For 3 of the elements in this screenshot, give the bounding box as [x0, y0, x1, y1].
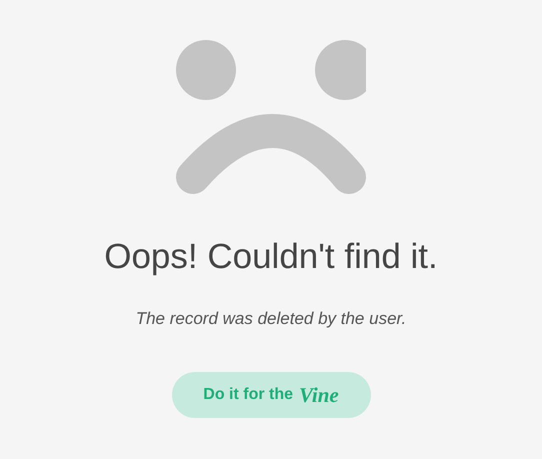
error-message: The record was deleted by the user. — [136, 308, 406, 330]
vine-button[interactable]: Do it for the Vine — [172, 372, 370, 418]
error-heading: Oops! Couldn't find it. — [104, 236, 438, 278]
